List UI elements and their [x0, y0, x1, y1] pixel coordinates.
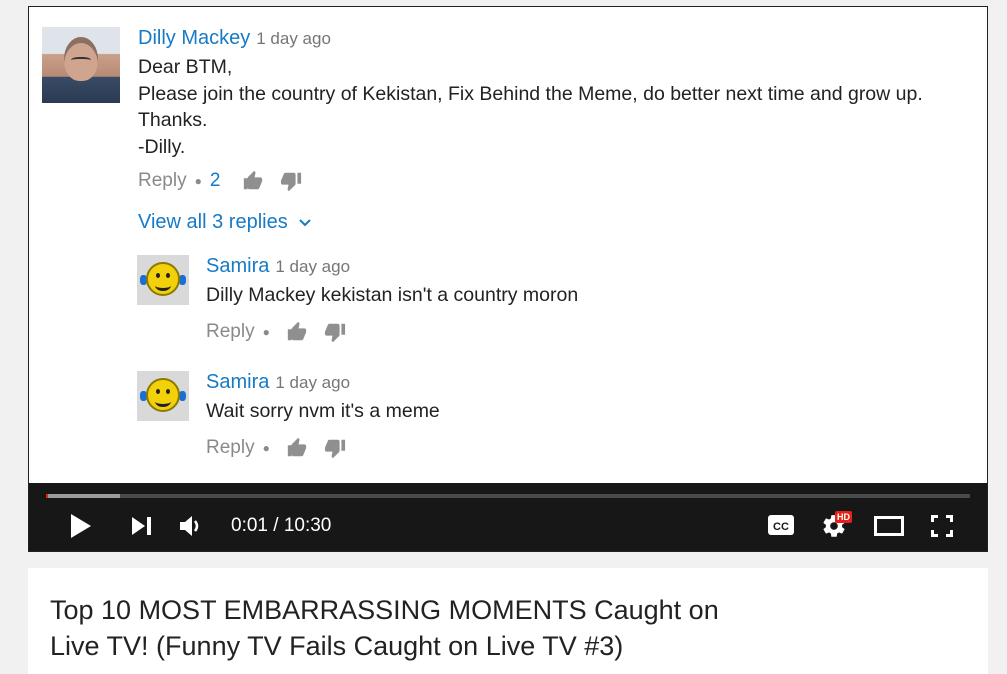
comment-line: Please join the country of Kekistan, Fix…	[138, 82, 923, 105]
next-icon[interactable]	[131, 516, 153, 536]
comment-line: Dear BTM,	[138, 56, 233, 78]
comment-line: Thanks.	[138, 109, 208, 131]
separator-dot: ●	[194, 174, 202, 188]
comment-time[interactable]: 1 day ago	[256, 29, 331, 49]
volume-icon[interactable]	[179, 514, 205, 538]
comment-time[interactable]: 1 day ago	[275, 257, 350, 277]
comment-actions: Reply ●	[206, 437, 926, 459]
svg-text:CC: CC	[773, 521, 789, 533]
theater-mode-icon[interactable]	[874, 516, 904, 536]
comment-time[interactable]: 1 day ago	[275, 373, 350, 393]
comments-overlay: Dilly Mackey 1 day ago Dear BTM, Please …	[29, 7, 987, 483]
comment-text: Wait sorry nvm it's a meme	[206, 400, 440, 422]
comment-author[interactable]: Samira	[206, 371, 269, 394]
video-player[interactable]: Dilly Mackey 1 day ago Dear BTM, Please …	[28, 6, 988, 552]
progress-played	[46, 494, 48, 498]
avatar[interactable]	[137, 371, 189, 421]
player-controls: 0:01 / 10:30 CC HD	[29, 483, 987, 551]
smiley-icon	[146, 378, 180, 412]
chevron-down-icon	[299, 218, 311, 226]
reply-button[interactable]: Reply	[206, 321, 255, 343]
hd-badge: HD	[835, 511, 852, 523]
thumbs-down-icon[interactable]	[324, 437, 346, 459]
smiley-icon	[146, 262, 180, 296]
fullscreen-icon[interactable]	[930, 514, 954, 538]
comment-author[interactable]: Dilly Mackey	[138, 27, 250, 50]
comment-text: Dear BTM, Please join the country of Kek…	[138, 54, 923, 160]
progress-buffered	[46, 494, 120, 498]
like-count: 2	[209, 170, 221, 191]
video-info-panel: Top 10 MOST EMBARRASSING MOMENTS Caught …	[28, 568, 988, 674]
comment-actions: Reply ●	[206, 321, 926, 343]
play-icon[interactable]	[69, 513, 93, 539]
comment-text: Dilly Mackey kekistan isn't a country mo…	[206, 284, 579, 306]
progress-bar[interactable]	[46, 494, 970, 498]
thumbs-up-icon[interactable]	[286, 321, 308, 343]
reply-button[interactable]: Reply	[138, 170, 187, 192]
reply-button[interactable]: Reply	[206, 437, 255, 459]
view-replies-label: View all 3 replies	[138, 211, 288, 233]
time-display: 0:01 / 10:30	[231, 515, 332, 536]
view-replies-link[interactable]: View all 3 replies	[138, 211, 312, 234]
captions-icon[interactable]: CC	[767, 514, 795, 536]
avatar[interactable]	[42, 27, 120, 103]
comment-actions: Reply ● 2	[138, 170, 923, 192]
thumbs-down-icon[interactable]	[324, 321, 346, 343]
avatar[interactable]	[137, 255, 189, 305]
thumbs-down-icon[interactable]	[280, 170, 302, 192]
video-title: Top 10 MOST EMBARRASSING MOMENTS Caught …	[50, 595, 719, 661]
comment-line: -Dilly.	[138, 135, 186, 158]
thumbs-up-icon[interactable]	[286, 437, 308, 459]
separator-dot: ●	[262, 440, 270, 455]
separator-dot: ●	[262, 324, 270, 339]
thumbs-up-icon[interactable]	[242, 170, 264, 192]
comment-author[interactable]: Samira	[206, 255, 269, 278]
